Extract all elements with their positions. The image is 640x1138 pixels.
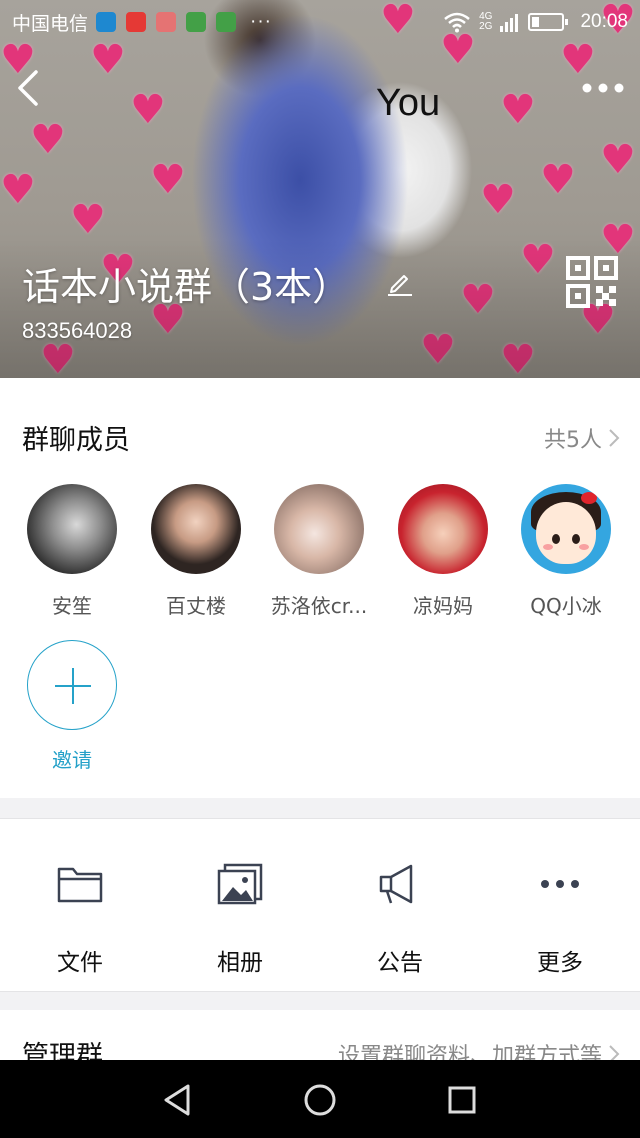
announcement-label: 公告 [377, 950, 423, 976]
heart-decoration: ♥ [130, 87, 166, 133]
clock: 20:08 [580, 11, 628, 32]
group-header: ♥ ♥ ♥ ♥ ♥ ♥ ♥ ♥ ♥ ♥ ♥ ♥ ♥ ♥ ♥ ♥ ♥ ♥ ♥ ♥ … [0, 0, 640, 378]
files-button[interactable]: 文件 [0, 861, 160, 977]
member-item[interactable]: 凉妈妈 [383, 484, 503, 619]
avatar-face [536, 502, 596, 564]
video-app-icon [186, 12, 207, 32]
system-nav-bar [0, 1060, 640, 1138]
qr-code-icon[interactable] [566, 256, 618, 308]
signal-icon [500, 14, 519, 32]
avatar [398, 484, 488, 574]
heart-decoration: ♥ [600, 137, 636, 183]
heart-decoration: ♥ [70, 197, 106, 243]
avatar [521, 484, 611, 574]
more-icon [541, 880, 579, 888]
album-icon [217, 863, 263, 905]
avatar-eye [552, 534, 560, 544]
heart-decoration: ♥ [30, 117, 66, 163]
folder-icon [57, 867, 103, 903]
battery-icon [528, 13, 569, 31]
album-label: 相册 [217, 950, 263, 976]
files-label: 文件 [57, 950, 103, 976]
network-type: 4G 2G [479, 12, 492, 32]
avatar-bow [581, 492, 597, 504]
add-member-icon [27, 640, 117, 730]
back-arrow-icon[interactable] [12, 66, 48, 110]
more-dots-icon[interactable] [580, 78, 626, 98]
sticker-text: You [376, 82, 441, 124]
members-count-label: 共5人 [544, 428, 602, 453]
megaphone-icon [379, 864, 413, 904]
network-2g-label: 2G [479, 21, 493, 32]
members-count-link[interactable]: 共5人 [544, 422, 620, 454]
avatar-eye [572, 534, 580, 544]
members-title: 群聊成员 [22, 425, 130, 456]
heart-decoration: ♥ [500, 87, 536, 133]
pencil-icon[interactable] [384, 266, 416, 298]
actions-section: 文件 相册 公告 更多 [0, 818, 640, 992]
member-name: 安笙 [52, 594, 92, 618]
avatar-cheek [579, 544, 589, 550]
member-name: 凉妈妈 [413, 594, 473, 618]
member-item[interactable]: QQ小冰 [506, 484, 626, 619]
invite-button[interactable]: 邀请 [12, 640, 132, 773]
nav-back-icon[interactable] [158, 1080, 198, 1120]
member-item[interactable]: 苏洛依cr... [259, 484, 379, 619]
member-name: QQ小冰 [530, 594, 602, 618]
heart-decoration: ♥ [90, 37, 126, 83]
wifi-icon [444, 12, 470, 33]
announcement-button[interactable]: 公告 [320, 861, 480, 977]
avatar [151, 484, 241, 574]
heart-decoration: ♥ [540, 157, 576, 203]
heart-decoration: ♥ [150, 157, 186, 203]
more-label: 更多 [537, 950, 583, 976]
more-notifications-icon: ··· [250, 11, 272, 32]
app-notification-icon [156, 12, 177, 32]
avatar [274, 484, 364, 574]
group-id: 833564028 [22, 318, 133, 343]
heart-decoration: ♥ [0, 167, 36, 213]
members-section: 群聊成员 共5人 安笙 百丈楼 苏洛依cr... 凉妈妈 QQ小冰 邀请 [0, 378, 640, 798]
carrier-label: 中国电信 [12, 13, 89, 35]
member-name: 苏洛依cr... [270, 594, 368, 618]
heart-decoration: ♥ [560, 37, 596, 83]
member-name: 百丈楼 [166, 594, 226, 618]
status-bar: 中国电信 ··· 4G 2G 20:08 [0, 0, 640, 44]
member-item[interactable]: 安笙 [12, 484, 132, 619]
video-app-icon [216, 12, 237, 32]
avatar [27, 484, 117, 574]
nav-recents-icon[interactable] [442, 1080, 482, 1120]
member-item[interactable]: 百丈楼 [136, 484, 256, 619]
chat-notification-icon [96, 12, 117, 32]
heart-decoration: ♥ [480, 177, 516, 223]
chevron-right-icon [609, 429, 620, 447]
more-button[interactable]: 更多 [480, 861, 640, 977]
avatar-cheek [543, 544, 553, 550]
album-button[interactable]: 相册 [160, 861, 320, 977]
nav-home-icon[interactable] [300, 1080, 340, 1120]
group-name[interactable]: 话本小说群（3本） [22, 256, 350, 311]
app-notification-icon [126, 12, 147, 32]
invite-label: 邀请 [52, 748, 92, 772]
